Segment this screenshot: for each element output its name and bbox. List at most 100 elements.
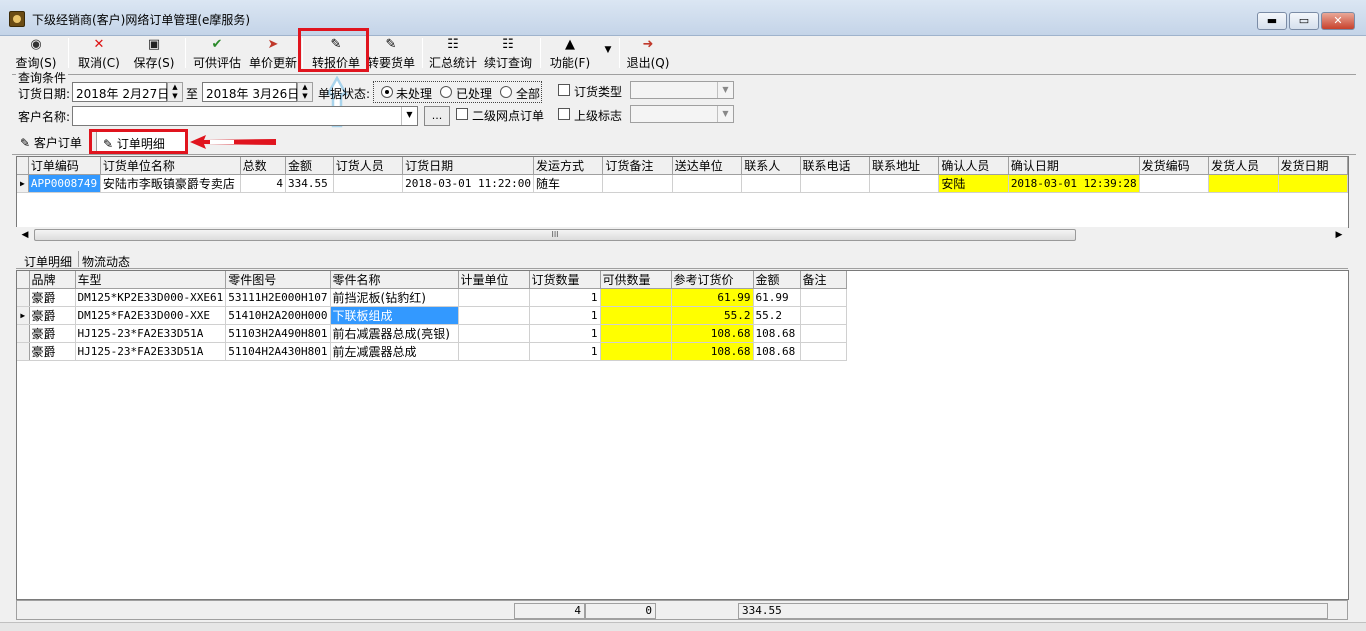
date-to-spinner[interactable]: ▲ ▼ bbox=[297, 82, 313, 102]
orders-col-header[interactable]: 发运方式 bbox=[533, 157, 604, 175]
detail-cell-model[interactable]: HJ125-23*FA2E33D51A bbox=[75, 324, 227, 343]
orders-col-header[interactable]: 订货备注 bbox=[602, 157, 673, 175]
query-button[interactable]: ◉ 查询(S) bbox=[14, 36, 58, 70]
detail-cell-part-name[interactable]: 前挡泥板(钻豹红) bbox=[330, 288, 459, 307]
detail-cell-unit[interactable] bbox=[458, 306, 530, 325]
detail-row[interactable]: 豪爵 HJ125-23*FA2E33D51A 51104H2A430H801 前左减震… bbox=[17, 342, 851, 361]
detail-cell-note[interactable] bbox=[800, 288, 847, 307]
orders-col-header[interactable]: 总数 bbox=[240, 157, 286, 175]
detail-cell-part-no[interactable]: 51103H2A490H801 bbox=[225, 324, 331, 343]
detail-col-header[interactable]: 车型 bbox=[75, 271, 227, 289]
radio-unprocessed[interactable] bbox=[381, 86, 393, 98]
detail-cell-amount[interactable]: 108.68 bbox=[753, 342, 801, 361]
detail-cell-part-name[interactable]: 前右减震器总成(亮银) bbox=[330, 324, 459, 343]
detail-cell-price[interactable]: 108.68 bbox=[671, 342, 754, 361]
detail-cell-price[interactable]: 55.2 bbox=[671, 306, 754, 325]
detail-cell-part-no[interactable]: 51104H2A430H801 bbox=[225, 342, 331, 361]
detail-cell-note[interactable] bbox=[800, 342, 847, 361]
detail-cell-model[interactable]: DM125*FA2E33D000-XXE bbox=[75, 306, 227, 325]
reorder-query-button[interactable]: ☷ 续订查询 bbox=[482, 36, 534, 70]
detail-cell-price[interactable]: 61.99 bbox=[671, 288, 754, 307]
price-update-button[interactable]: ➤ 单价更新 bbox=[247, 36, 299, 70]
detail-cell-model[interactable]: DM125*KP2E33D000-XXE61 bbox=[75, 288, 227, 307]
detail-cell-unit[interactable] bbox=[458, 288, 530, 307]
detail-cell-avail[interactable] bbox=[600, 342, 672, 361]
detail-row[interactable]: 豪爵 DM125*KP2E33D000-XXE61 53111H2E000H107 前… bbox=[17, 288, 851, 307]
orders-col-header[interactable]: 订单编码 bbox=[28, 157, 101, 175]
date-from-spinner[interactable]: ▲ ▼ bbox=[167, 82, 183, 102]
scroll-right-icon[interactable]: ▶ bbox=[1332, 229, 1346, 241]
orders-col-header[interactable]: 发货日期 bbox=[1278, 157, 1348, 175]
customer-browse-button[interactable]: ... bbox=[424, 106, 450, 126]
detail-cell-avail[interactable] bbox=[600, 306, 672, 325]
orders-col-header[interactable]: 发货编码 bbox=[1139, 157, 1210, 175]
order-cell-unit[interactable]: 安陆市李畈镇豪爵专卖店 bbox=[100, 174, 241, 193]
scrollbar-thumb[interactable]: III bbox=[34, 229, 1076, 241]
detail-cell-avail[interactable] bbox=[600, 324, 672, 343]
detail-cell-qty[interactable]: 1 bbox=[529, 306, 601, 325]
convert-to-order-button[interactable]: ✎ 转要货单 bbox=[365, 36, 417, 70]
detail-cell-note[interactable] bbox=[800, 306, 847, 325]
orders-col-header[interactable]: 金额 bbox=[285, 157, 334, 175]
orders-col-header[interactable]: 订货人员 bbox=[333, 157, 404, 175]
detail-col-header[interactable]: 备注 bbox=[800, 271, 847, 289]
orders-col-header[interactable]: 发货人员 bbox=[1208, 157, 1279, 175]
orders-col-header[interactable]: 订货日期 bbox=[402, 157, 534, 175]
detail-cell-unit[interactable] bbox=[458, 324, 530, 343]
orders-col-header[interactable]: 确认日期 bbox=[1008, 157, 1140, 175]
detail-cell-amount[interactable]: 55.2 bbox=[753, 306, 801, 325]
detail-col-header[interactable]: 订货数量 bbox=[529, 271, 601, 289]
function-menu-button[interactable]: ▲ 功能(F) bbox=[546, 36, 594, 70]
order-cell-address[interactable] bbox=[869, 174, 940, 193]
order-cell-confirm-date[interactable]: 2018-03-01 12:39:28 bbox=[1008, 174, 1140, 193]
detail-row[interactable]: ▶ 豪爵 DM125*FA2E33D000-XXE 51410H2A200H000 下联… bbox=[17, 306, 851, 325]
customer-name-select[interactable]: ▼ bbox=[72, 106, 418, 126]
order-cell-orderer[interactable] bbox=[333, 174, 404, 193]
orders-horizontal-scrollbar[interactable]: ◀ III ▶ bbox=[16, 227, 1348, 243]
order-type-checkbox[interactable] bbox=[558, 84, 570, 96]
maximize-button[interactable]: ▭ bbox=[1289, 12, 1319, 30]
detail-cell-brand[interactable]: 豪爵 bbox=[29, 306, 76, 325]
detail-cell-amount[interactable]: 61.99 bbox=[753, 288, 801, 307]
detail-cell-part-no[interactable]: 51410H2A200H000 bbox=[225, 306, 331, 325]
order-cell-confirmer[interactable]: 安陆 bbox=[938, 174, 1009, 193]
detail-cell-part-no[interactable]: 53111H2E000H107 bbox=[225, 288, 331, 307]
order-cell-ship-date[interactable] bbox=[1278, 174, 1348, 193]
order-type-select[interactable]: ▼ bbox=[630, 81, 734, 99]
orders-col-header[interactable]: 订货单位名称 bbox=[100, 157, 241, 175]
date-to-picker[interactable]: 2018年 3月26日 bbox=[202, 82, 299, 102]
order-cell-order-date[interactable]: 2018-03-01 11:22:00 bbox=[402, 174, 534, 193]
evaluate-supply-button[interactable]: ✔ 可供评估 bbox=[192, 36, 242, 70]
exit-button[interactable]: ➜ 退出(Q) bbox=[626, 36, 670, 70]
detail-cell-part-name[interactable]: 前左减震器总成 bbox=[330, 342, 459, 361]
order-cell-contact[interactable] bbox=[741, 174, 801, 193]
detail-cell-price[interactable]: 108.68 bbox=[671, 324, 754, 343]
detail-col-header[interactable]: 零件名称 bbox=[330, 271, 459, 289]
detail-cell-qty[interactable]: 1 bbox=[529, 288, 601, 307]
radio-all[interactable] bbox=[500, 86, 512, 98]
detail-col-header[interactable]: 计量单位 bbox=[458, 271, 530, 289]
order-cell-code[interactable]: APP0008749 bbox=[28, 174, 101, 193]
order-row[interactable]: ▶ APP0008749 安陆市李畈镇豪爵专卖店 4 334.55 2018-03-01 … bbox=[17, 174, 1348, 193]
order-cell-amount[interactable]: 334.55 bbox=[285, 174, 334, 193]
secondary-outlet-checkbox[interactable] bbox=[456, 108, 468, 120]
close-button[interactable]: ✕ bbox=[1321, 12, 1355, 30]
detail-cell-unit[interactable] bbox=[458, 342, 530, 361]
save-button[interactable]: ▣ 保存(S) bbox=[132, 36, 176, 70]
scroll-left-icon[interactable]: ◀ bbox=[18, 229, 32, 241]
orders-col-header[interactable]: 确认人员 bbox=[938, 157, 1009, 175]
detail-col-header[interactable]: 品牌 bbox=[29, 271, 76, 289]
detail-col-header[interactable]: 零件图号 bbox=[225, 271, 331, 289]
minimize-button[interactable]: ▬ bbox=[1257, 12, 1287, 30]
detail-cell-qty[interactable]: 1 bbox=[529, 342, 601, 361]
superior-flag-select[interactable]: ▼ bbox=[630, 105, 734, 123]
detail-cell-avail[interactable] bbox=[600, 288, 672, 307]
detail-cell-part-name[interactable]: 下联板组成 bbox=[330, 306, 459, 325]
detail-col-header[interactable]: 可供数量 bbox=[600, 271, 672, 289]
detail-cell-amount[interactable]: 108.68 bbox=[753, 324, 801, 343]
function-dropdown-arrow[interactable]: ▼ bbox=[600, 36, 614, 70]
orders-col-header[interactable]: 联系地址 bbox=[869, 157, 940, 175]
superior-flag-checkbox[interactable] bbox=[558, 108, 570, 120]
detail-cell-brand[interactable]: 豪爵 bbox=[29, 342, 76, 361]
tab-customer-orders[interactable]: ✎ 客户订单 bbox=[14, 130, 88, 154]
